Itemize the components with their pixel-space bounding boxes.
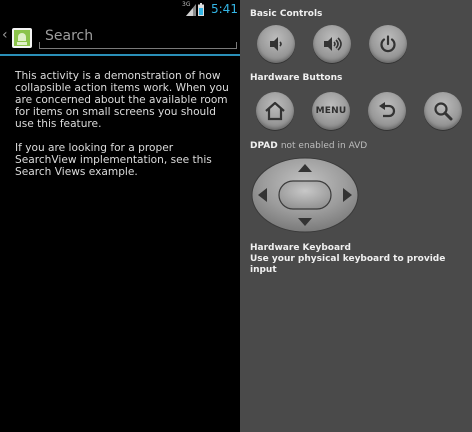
hardware-keyboard-info: Hardware Keyboard Use your physical keyb… [250, 243, 472, 276]
home-icon [265, 101, 285, 121]
hardware-buttons-title: Hardware Buttons [250, 73, 343, 83]
search-input[interactable] [39, 25, 247, 47]
volume-up-icon [324, 37, 342, 51]
power-button[interactable] [369, 25, 407, 63]
volume-down-icon [270, 37, 282, 51]
battery-icon [198, 3, 204, 16]
android-app-icon[interactable] [11, 27, 33, 49]
menu-button-label: MENU [315, 106, 347, 116]
power-icon [380, 35, 396, 53]
description-paragraph: This activity is a demonstration of how … [15, 70, 229, 130]
home-button[interactable] [256, 92, 294, 130]
action-bar: ‹ [0, 19, 247, 55]
dpad-control[interactable] [251, 157, 359, 233]
search-button[interactable] [424, 92, 462, 130]
signal-icon [186, 4, 196, 16]
dpad-note: not enabled in AVD [280, 141, 368, 151]
device-screen: 3G 5:41 ‹ This activity is a demonstrati [0, 0, 247, 432]
searchview-note-paragraph: If you are looking for a proper SearchVi… [15, 142, 212, 178]
search-icon [434, 102, 453, 121]
basic-controls-title: Basic Controls [250, 9, 323, 19]
hardware-keyboard-note: Use your physical keyboard to provide in… [250, 254, 446, 275]
clock-time: 5:41 [211, 2, 238, 16]
action-bar-divider [0, 54, 240, 56]
chevron-left-icon[interactable]: ‹ [2, 27, 8, 43]
search-underline [39, 48, 237, 49]
hardware-keyboard-title: Hardware Keyboard [250, 243, 351, 253]
emulator-controls-panel: Basic Controls Hardware Buttons MENU DPA… [240, 0, 472, 432]
search-field[interactable] [39, 25, 247, 49]
volume-down-button[interactable] [257, 25, 295, 63]
dpad-title: DPAD not enabled in AVD [250, 141, 368, 151]
volume-up-button[interactable] [313, 25, 351, 63]
status-bar: 3G 5:41 [0, 0, 240, 19]
back-button[interactable] [368, 92, 406, 130]
menu-button[interactable]: MENU [312, 92, 350, 130]
back-icon [379, 102, 396, 118]
activity-content: This activity is a demonstration of how … [15, 70, 235, 190]
